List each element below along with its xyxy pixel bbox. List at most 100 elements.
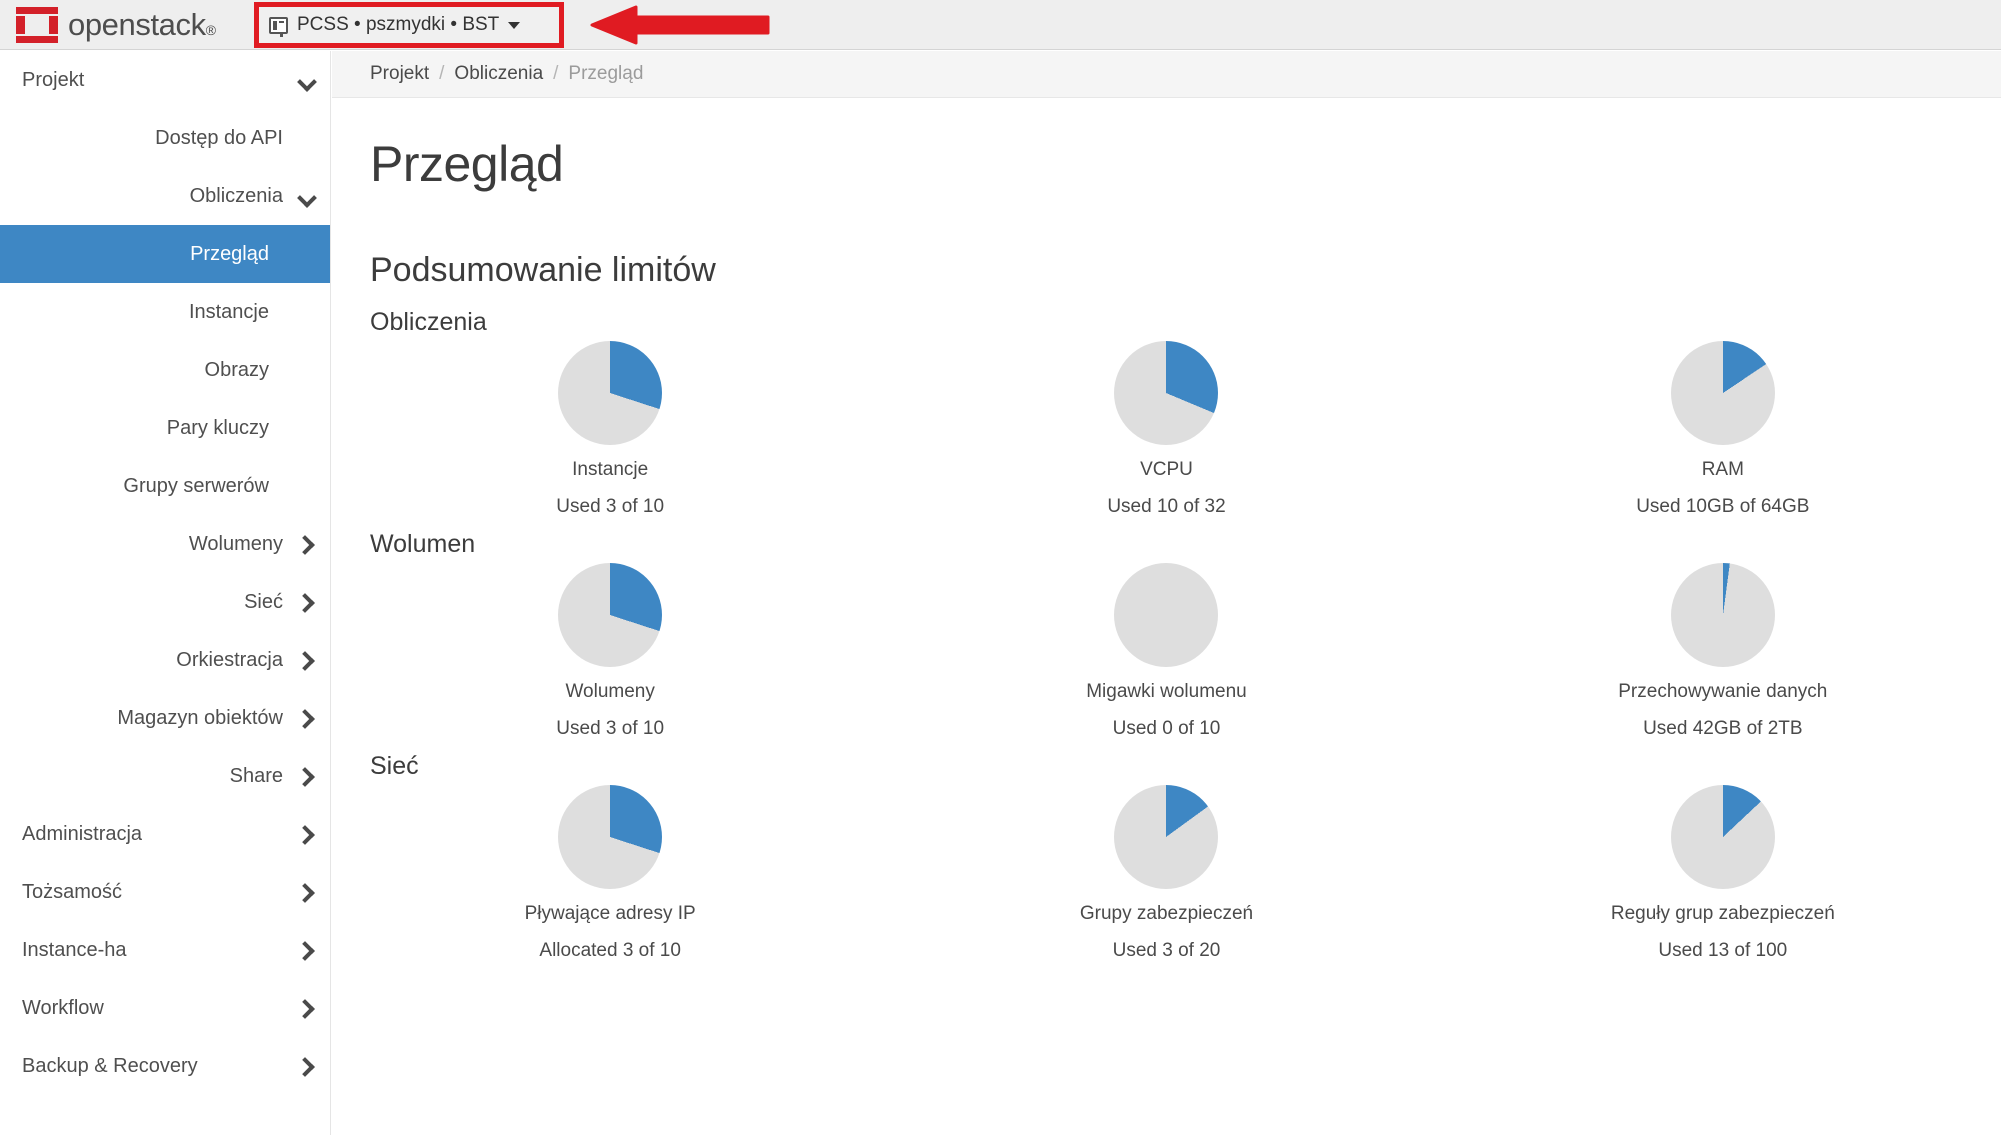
quota-usage-text: Used 3 of 10 <box>556 496 665 517</box>
chevron-placeholder-icon <box>299 305 314 320</box>
chevron-down-icon <box>299 73 314 88</box>
quota-pie-chart <box>1670 563 1775 667</box>
sidebar-item-obliczenia[interactable]: Obliczenia <box>0 167 330 225</box>
project-switcher-button[interactable]: PCSS • pszmydki • BST <box>259 7 559 43</box>
sidebar-item-tożsamość[interactable]: Tożsamość <box>0 863 330 921</box>
sidebar-item-backup-&-recovery[interactable]: Backup & Recovery <box>0 1037 330 1095</box>
quota-usage-text: Used 10GB of 64GB <box>1636 496 1810 517</box>
breadcrumb-separator: / <box>553 63 559 84</box>
sidebar-item-wolumeny[interactable]: Wolumeny <box>0 515 330 573</box>
sidebar-item-label: Wolumeny <box>188 532 283 555</box>
sidebar-item-label: Magazyn obiektów <box>117 706 283 729</box>
project-list-icon <box>269 16 288 34</box>
quota-group-title: Obliczenia <box>370 308 487 336</box>
sidebar-item-label: Sieć <box>244 590 283 613</box>
quota-groups: Obliczenia Instancje Used 3 of 10 VCPU Used … <box>332 308 2001 962</box>
quota-pie-chart <box>1670 341 1775 445</box>
openstack-logo-mark <box>16 6 58 43</box>
quota-label: Pływające adresy IP <box>524 903 696 924</box>
quota-label: Grupy zabezpieczeń <box>1079 903 1254 924</box>
quota-pie-chart <box>558 341 663 445</box>
quota-pie-chart <box>558 563 663 667</box>
chevron-right-icon <box>299 1001 314 1016</box>
quota-label: Instancje <box>572 459 649 480</box>
quota-row: Wolumeny Used 3 of 10 Migawki wolumenu Used… <box>332 561 2001 740</box>
quota-card: Grupy zabezpieczeń Used 3 of 20 <box>888 783 1444 962</box>
sidebar-item-administracja[interactable]: Administracja <box>0 805 330 863</box>
quota-pie-chart <box>1114 785 1219 889</box>
sidebar-item-projekt[interactable]: Projekt <box>0 51 330 109</box>
quota-card: Migawki wolumenu Used 0 of 10 <box>888 561 1444 740</box>
openstack-logo[interactable]: openstack® <box>16 0 216 50</box>
quota-label: Wolumeny <box>565 681 655 702</box>
project-switcher-highlight: PCSS • pszmydki • BST <box>254 2 564 48</box>
quota-usage-text: Used 3 of 10 <box>556 718 665 739</box>
breadcrumb-item-przegląd: Przegląd <box>568 63 644 84</box>
sidebar-item-instancje[interactable]: Instancje <box>0 283 330 341</box>
sidebar-item-label: Tożsamość <box>22 880 123 903</box>
quota-group-title: Sieć <box>370 752 419 780</box>
quota-group-title: Wolumen <box>370 530 476 558</box>
sidebar-item-label: Pary kluczy <box>166 416 269 439</box>
quota-label: Migawki wolumenu <box>1086 681 1247 702</box>
sidebar-item-grupy-serwerów[interactable]: Grupy serwerów <box>0 457 330 515</box>
chevron-right-icon <box>299 537 314 552</box>
quota-pie-chart <box>558 785 663 889</box>
quota-label: RAM <box>1701 459 1744 480</box>
quota-card: Wolumeny Used 3 of 10 <box>332 561 888 740</box>
sidebar-item-label: Share <box>229 764 283 787</box>
sidebar-navigation[interactable]: Projekt Dostęp do API Obliczenia Przegląd In… <box>0 51 331 1135</box>
sidebar-item-label: Grupy serwerów <box>123 474 269 497</box>
sidebar-item-label: Dostęp do API <box>155 126 283 149</box>
sidebar-item-orkiestracja[interactable]: Orkiestracja <box>0 631 330 689</box>
sidebar-item-label: Backup & Recovery <box>22 1054 198 1077</box>
main-content: Projekt / Obliczenia / Przegląd Przegląd Pod… <box>332 51 2001 1135</box>
quota-pie-chart <box>1670 785 1775 889</box>
quota-card: RAM Used 10GB of 64GB <box>1445 339 2001 518</box>
sidebar-item-label: Workflow <box>22 996 104 1019</box>
limit-summary-title: Podsumowanie limitów <box>370 251 716 289</box>
quota-usage-text: Used 13 of 100 <box>1658 940 1788 961</box>
sidebar-item-przegląd[interactable]: Przegląd <box>0 225 330 283</box>
chevron-down-icon <box>508 21 521 29</box>
sidebar-item-label: Obrazy <box>204 358 269 381</box>
chevron-placeholder-icon <box>299 421 314 436</box>
sidebar-item-sieć[interactable]: Sieć <box>0 573 330 631</box>
quota-row: Instancje Used 3 of 10 VCPU Used 10 of 32 RA… <box>332 339 2001 518</box>
breadcrumb-item-obliczenia[interactable]: Obliczenia <box>454 63 543 85</box>
sidebar-item-workflow[interactable]: Workflow <box>0 979 330 1037</box>
quota-usage-text: Used 3 of 20 <box>1112 940 1221 961</box>
sidebar-item-dostęp-do-api[interactable]: Dostęp do API <box>0 109 330 167</box>
sidebar-item-magazyn-obiektów[interactable]: Magazyn obiektów <box>0 689 330 747</box>
quota-label: Reguły grup zabezpieczeń <box>1610 903 1835 924</box>
quota-card: Reguły grup zabezpieczeń Used 13 of 100 <box>1445 783 2001 962</box>
chevron-right-icon <box>299 769 314 784</box>
sidebar-item-obrazy[interactable]: Obrazy <box>0 341 330 399</box>
openstack-wordmark: openstack <box>68 6 206 42</box>
breadcrumb: Projekt / Obliczenia / Przegląd <box>332 51 2001 98</box>
quota-card: VCPU Used 10 of 32 <box>888 339 1444 518</box>
quota-usage-text: Used 42GB of 2TB <box>1643 718 1803 739</box>
quota-card: Instancje Used 3 of 10 <box>332 339 888 518</box>
sidebar-item-instanceha[interactable]: Instance-ha <box>0 921 330 979</box>
quota-label: VCPU <box>1140 459 1193 480</box>
quota-pie-chart <box>1114 341 1219 445</box>
chevron-placeholder-icon <box>299 479 314 494</box>
chevron-placeholder-icon <box>299 131 314 146</box>
sidebar-item-label: Przegląd <box>190 242 269 265</box>
sidebar-item-label: Instancje <box>188 300 269 323</box>
quota-usage-text: Allocated 3 of 10 <box>539 940 681 961</box>
sidebar-item-label: Administracja <box>22 822 143 845</box>
sidebar-item-pary-kluczy[interactable]: Pary kluczy <box>0 399 330 457</box>
chevron-right-icon <box>299 943 314 958</box>
breadcrumb-item-projekt[interactable]: Projekt <box>370 63 429 85</box>
chevron-right-icon <box>299 827 314 842</box>
page-title: Przegląd <box>370 136 564 192</box>
chevron-down-icon <box>299 189 314 204</box>
chevron-right-icon <box>299 1059 314 1074</box>
sidebar-item-label: Instance-ha <box>22 938 127 961</box>
sidebar-item-share[interactable]: Share <box>0 747 330 805</box>
project-switcher-label: PCSS • pszmydki • BST <box>297 14 500 35</box>
openstack-logo-text: openstack® <box>68 6 216 42</box>
top-bar: openstack® PCSS • pszmydki • BST <box>0 0 2001 50</box>
